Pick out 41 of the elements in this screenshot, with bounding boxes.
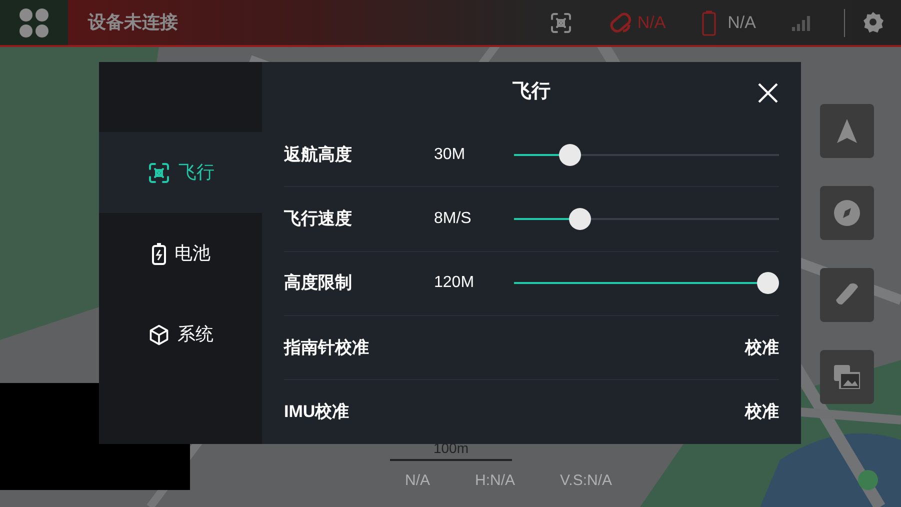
calibrate-button[interactable]: 校准 [745,334,779,360]
setting-label: 指南针校准 [284,336,370,359]
compass-button[interactable] [820,186,874,240]
signal-icon [792,14,812,30]
setting-label: 飞行速度 [284,208,353,230]
telemetry-reading: V.S:N/A [560,471,612,491]
cube-icon [148,324,170,346]
telemetry-reading: N/A [405,471,430,491]
setting-value: 8M/S [434,208,472,229]
slider[interactable] [514,144,779,166]
signal-reading: N/A [637,12,666,34]
dialog-title: 飞行 [512,80,550,104]
slider[interactable] [514,208,779,230]
slider[interactable] [514,272,779,294]
drone-icon [549,10,574,34]
slider-thumb[interactable] [558,144,581,166]
battery-icon [702,10,716,36]
setting-value: 30M [434,144,466,165]
connection-status: 设备未连接 [88,11,178,34]
navigation-button[interactable] [820,104,874,158]
sidebar-tab[interactable]: 飞行 [99,132,262,213]
setting-value: 120M [434,273,476,294]
slider-thumb[interactable] [569,208,592,230]
setting-label: 高度限制 [284,272,353,294]
drone-icon [146,160,170,184]
battery-reading: N/A [728,12,756,34]
scale-label: 100m [433,440,469,456]
app-logo[interactable] [0,0,68,45]
layers-button[interactable] [820,350,874,404]
setting-label: IMU校准 [284,401,350,424]
arrow-icon [837,119,857,143]
setting-label: 返航高度 [284,144,353,166]
settings-icon[interactable] [861,10,885,34]
close-button[interactable] [757,82,779,104]
battery-icon [150,242,166,266]
slider-thumb[interactable] [757,272,780,294]
eraser-button[interactable] [820,268,874,322]
compass-icon [834,200,860,226]
calibrate-button[interactable]: 校准 [745,399,779,425]
telemetry-reading: H:N/A [475,471,516,491]
image-icon [834,365,860,389]
